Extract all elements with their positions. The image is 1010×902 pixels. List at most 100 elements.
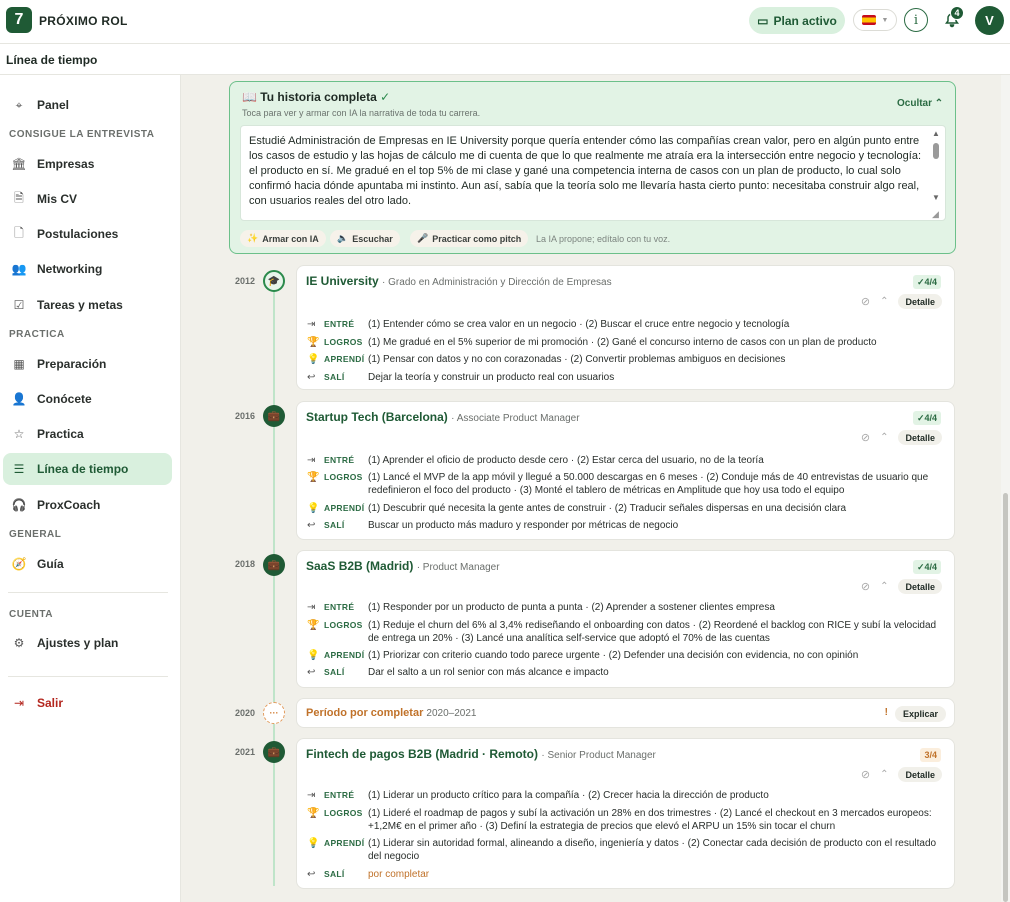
card-role: · Associate Product Manager (451, 413, 580, 424)
eye-off-icon[interactable]: ⊘ (861, 431, 870, 444)
chevron-up-icon[interactable]: ⌃ (880, 296, 888, 307)
row-text: (1) Lideré el roadmap de pagos y subí la… (368, 808, 932, 832)
trophy-icon: 🏆 (307, 337, 320, 348)
story-textarea[interactable]: Estudié Administración de Empresas en IE… (240, 125, 946, 221)
build-ai-label: Armar con IA (262, 233, 319, 244)
language-selector[interactable]: ▼ (853, 9, 897, 31)
row-label: LOGROS (324, 472, 363, 482)
row-text: Buscar un producto más maduro y responde… (368, 520, 679, 531)
building-icon: 🏛 (11, 157, 27, 171)
file-icon: 🗋 (14, 225, 24, 240)
speaker-icon: 🔈 (337, 233, 349, 243)
sidebar-item-guia[interactable]: 🧭 Guía (3, 548, 172, 580)
pending-period-card[interactable]: Período por completar 2020–2021 ! Explic… (296, 698, 955, 728)
return-icon: ↩ (307, 667, 316, 678)
scrollbar-thumb[interactable] (1003, 493, 1008, 902)
card-role: · Senior Product Manager (541, 750, 656, 761)
chevron-down-icon: ▼ (881, 16, 889, 24)
alert-icon: ! (884, 707, 888, 718)
info-button[interactable]: i (904, 8, 928, 32)
sidebar-item-linea-de-tiempo[interactable]: ☰ Línea de tiempo (3, 453, 172, 485)
scroll-up-icon[interactable]: ▲ (932, 129, 940, 138)
card-tools: ⊘ ⌃ Detalle (861, 430, 942, 445)
card-title: IE University · Grado en Administración … (306, 274, 612, 288)
sidebar-item-practica[interactable]: ☆ Practica (3, 418, 172, 450)
card-title: SaaS B2B (Madrid) · Product Manager (306, 559, 500, 573)
timeline-year: 2012 (235, 276, 256, 286)
enter-icon: ⇥ (307, 602, 316, 613)
row-text: (1) Aprender el oficio de producto desde… (368, 455, 764, 466)
card-role: · Product Manager (416, 562, 500, 573)
timeline-card[interactable]: IE University · Grado en Administración … (296, 265, 955, 390)
sidebar-item-ajustes[interactable]: ⚙ Ajustes y plan (3, 627, 172, 659)
explain-button[interactable]: Explicar (894, 706, 946, 722)
row-text: Dejar la teoría y construir un producto … (368, 372, 615, 383)
row-label: SALÍ (324, 869, 345, 879)
status-badge: ✓4/4 (912, 275, 941, 289)
crosshair-icon: ⌖ (15, 97, 23, 112)
sidebar-item-proxcoach[interactable]: 🎧 ProxCoach (3, 489, 172, 521)
timeline-card[interactable]: Startup Tech (Barcelona) · Associate Pro… (296, 401, 955, 540)
sidebar-item-networking[interactable]: 👥 Networking (3, 253, 172, 285)
eye-off-icon[interactable]: ⊘ (861, 295, 870, 308)
row-text: (1) Descubrir qué necesita la gente ante… (368, 503, 847, 514)
resize-handle-icon[interactable]: ◢ (932, 209, 939, 220)
briefcase-icon: 💼 (263, 554, 285, 576)
chevron-up-icon[interactable]: ⌃ (880, 432, 888, 443)
dots-icon: ··· (263, 702, 285, 724)
chevron-up-icon[interactable]: ⌃ (880, 769, 888, 780)
detail-button[interactable]: Detalle (898, 767, 942, 782)
story-title-text: Tu historia completa (260, 90, 377, 104)
eye-off-icon[interactable]: ⊘ (861, 580, 870, 593)
pitch-label: Practicar como pitch (432, 233, 522, 244)
row-label: APRENDÍ (324, 354, 365, 364)
pitch-button[interactable]: 🎤 Practicar como pitch (410, 230, 529, 247)
detail-button[interactable]: Detalle (898, 430, 942, 445)
plan-label: Plan activo (773, 13, 837, 28)
sidebar-item-label: Networking (37, 262, 103, 276)
row-label: ENTRÉ (324, 602, 355, 612)
build-ai-button[interactable]: ✨ Armar con IA (240, 230, 326, 247)
card-title: Startup Tech (Barcelona) · Associate Pro… (306, 410, 580, 424)
sidebar-item-postulaciones[interactable]: 🗋 Postulaciones (3, 218, 172, 250)
logo-icon[interactable]: 7 (6, 7, 32, 33)
sparkle-icon: ✨ (247, 233, 259, 243)
status-badge: ✓4/4 (912, 560, 941, 574)
card-tools: ⊘ ⌃ Detalle (861, 294, 942, 309)
sidebar-item-conocete[interactable]: 👤 Conócete (3, 383, 172, 415)
briefcase-icon: 💼 (263, 741, 285, 763)
eye-off-icon[interactable]: ⊘ (861, 768, 870, 781)
sidebar-item-preparacion[interactable]: ▦ Preparación (3, 348, 172, 380)
timeline-year: 2020 (235, 708, 256, 718)
grid-icon: ▦ (13, 357, 25, 371)
avatar[interactable]: V (975, 6, 1004, 35)
row-label: ENTRÉ (324, 455, 355, 465)
timeline-card[interactable]: SaaS B2B (Madrid) · Product Manager ✓4/4… (296, 550, 955, 688)
sidebar-item-panel[interactable]: ⌖ Panel (3, 89, 172, 121)
plan-button[interactable]: ▭ Plan activo (749, 7, 845, 34)
sidebar-item-tareas[interactable]: ☑ Tareas y metas (3, 289, 172, 321)
timeline-line (273, 280, 275, 886)
textarea-scrollbar[interactable]: ▲ ▼ (930, 129, 942, 215)
scroll-down-icon[interactable]: ▼ (932, 193, 940, 202)
textarea-scroll-thumb[interactable] (933, 143, 939, 159)
row-text: (1) Priorizar con criterio cuando todo p… (368, 650, 859, 661)
detail-button[interactable]: Detalle (898, 579, 942, 594)
sidebar-item-mis-cv[interactable]: 🗎 Mis CV (3, 183, 172, 215)
compass-icon: 🧭 (11, 557, 27, 571)
sidebar-item-label: Línea de tiempo (37, 462, 129, 476)
detail-button[interactable]: Detalle (898, 294, 942, 309)
timeline-card[interactable]: Fintech de pagos B2B (Madrid · Remoto) ·… (296, 738, 955, 889)
card-title: Fintech de pagos B2B (Madrid · Remoto) ·… (306, 747, 656, 761)
hide-button[interactable]: Ocultar ⌃ (897, 98, 943, 109)
lightbulb-icon: 💡 (307, 838, 320, 849)
story-card[interactable]: 📖 Tu historia completa ✓ Toca para ver y… (229, 81, 956, 254)
app-title: PRÓXIMO ROL (39, 14, 128, 28)
sidebar-item-empresas[interactable]: 🏛 Empresas (3, 148, 172, 180)
sidebar-item-label: Postulaciones (37, 227, 119, 241)
chevron-up-icon[interactable]: ⌃ (880, 581, 888, 592)
listen-button[interactable]: 🔈 Escuchar (330, 230, 400, 247)
sidebar-item-salir[interactable]: ⇥ Salir (3, 687, 172, 719)
return-icon: ↩ (307, 372, 316, 383)
pending-title: Período por completar 2020–2021 (306, 707, 476, 719)
